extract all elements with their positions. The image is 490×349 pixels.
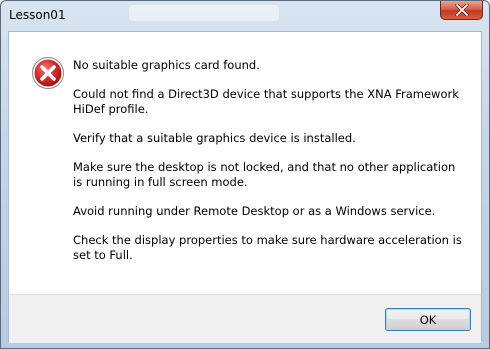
title-bar[interactable]: Lesson01 bbox=[1, 1, 489, 31]
message-area: No suitable graphics card found. Could n… bbox=[9, 32, 481, 294]
dialog-client-area: No suitable graphics card found. Could n… bbox=[8, 31, 482, 343]
message-line-1: No suitable graphics card found. bbox=[73, 58, 260, 72]
message-line-5: Avoid running under Remote Desktop or as… bbox=[73, 204, 436, 218]
message-line-4: Make sure the desktop is not locked, and… bbox=[73, 160, 456, 189]
message-line-6: Check the display properties to make sur… bbox=[73, 233, 462, 262]
button-footer: OK bbox=[9, 294, 481, 343]
message-list: No suitable graphics card found. Could n… bbox=[73, 58, 468, 277]
close-button[interactable] bbox=[440, 1, 483, 20]
message-line-3: Verify that a suitable graphics device i… bbox=[73, 131, 356, 145]
message-line-2: Could not find a Direct3D device that su… bbox=[73, 87, 459, 116]
ok-button[interactable]: OK bbox=[385, 308, 471, 331]
error-icon bbox=[32, 57, 64, 89]
close-icon bbox=[454, 4, 469, 16]
blurred-background-title bbox=[129, 5, 279, 21]
window-title: Lesson01 bbox=[9, 8, 66, 22]
dialog-window: Lesson01 No suitable graphics card found… bbox=[0, 0, 490, 349]
